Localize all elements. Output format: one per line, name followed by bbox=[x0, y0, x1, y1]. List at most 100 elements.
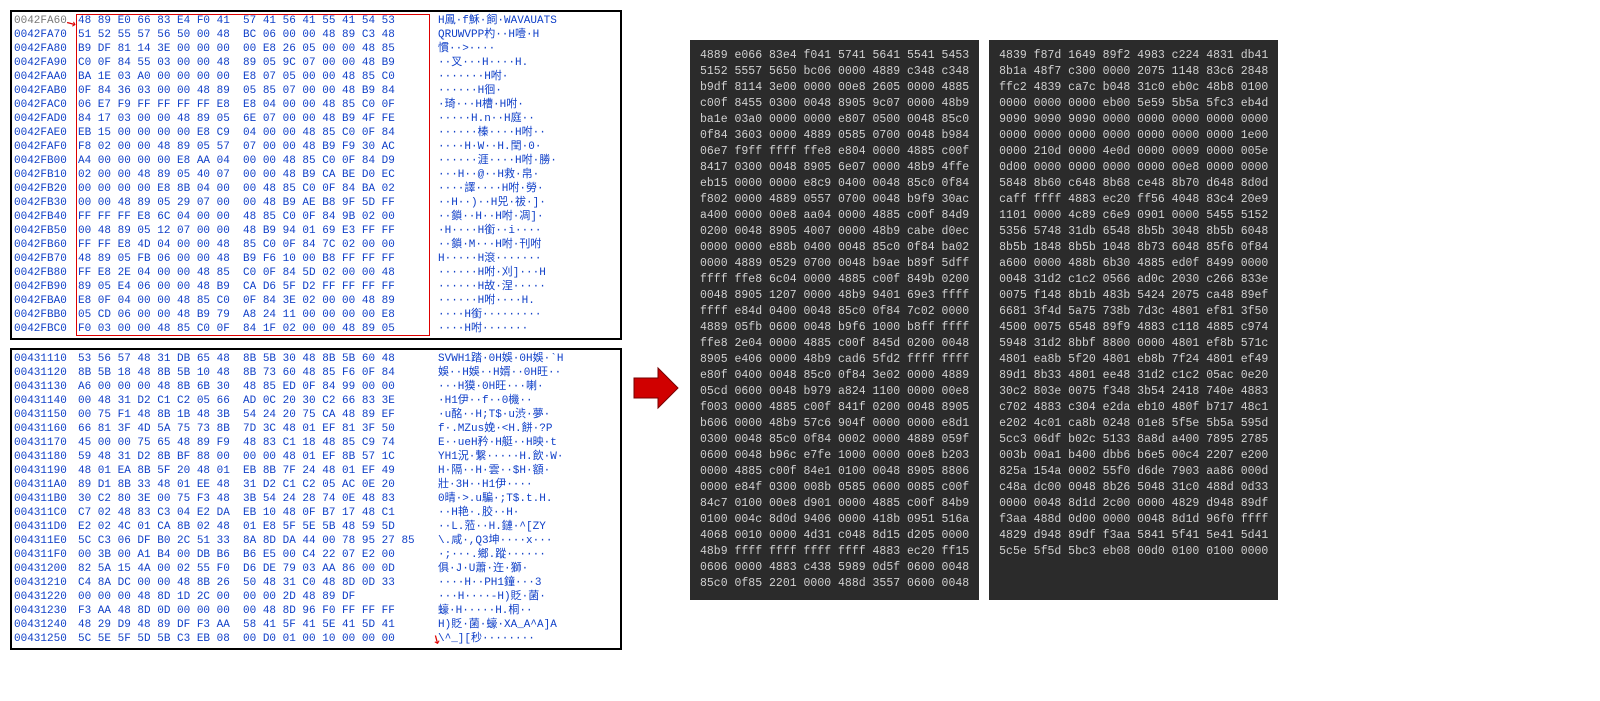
bytes-cell: FF E8 2E 04 00 00 48 85 C0 0F 84 5D 02 0… bbox=[78, 266, 438, 280]
bytes-cell: 89 05 E4 06 00 00 48 B9 CA D6 5F D2 FF F… bbox=[78, 280, 438, 294]
hex-dump-top: ↘ 0042FA6048 89 E0 66 83 E4 F0 41 57 41 … bbox=[10, 10, 622, 340]
ascii-cell: ····H銜········· bbox=[438, 308, 618, 322]
address-cell: 0042FAE0 bbox=[14, 126, 78, 140]
ascii-cell: ······H故·涅····· bbox=[438, 280, 618, 294]
ascii-cell: ·····H.n··H庭·· bbox=[438, 112, 618, 126]
address-cell: 0042FAD0 bbox=[14, 112, 78, 126]
address-cell: 0042FB10 bbox=[14, 168, 78, 182]
bytes-cell: 00 00 48 89 05 29 07 00 00 48 B9 AE B8 9… bbox=[78, 196, 438, 210]
address-cell: 00431130 bbox=[14, 380, 78, 394]
address-cell: 00431150 bbox=[14, 408, 78, 422]
hex-row: 0042FA90C0 0F 84 55 03 00 00 48 89 05 9C… bbox=[14, 56, 618, 70]
address-cell: 0042FB30 bbox=[14, 196, 78, 210]
bytes-cell: C0 0F 84 55 03 00 00 48 89 05 9C 07 00 0… bbox=[78, 56, 438, 70]
ascii-cell: \^_][秒········ bbox=[438, 632, 618, 646]
hex-row: 0042FBB005 CD 06 00 00 48 B9 79 A8 24 11… bbox=[14, 308, 618, 322]
ascii-cell: f·.MZus娩·<H.餅·?P bbox=[438, 422, 618, 436]
hex-row: 0042FBC0F0 03 00 00 48 85 C0 0F 84 1F 02… bbox=[14, 322, 618, 336]
address-cell: 00431160 bbox=[14, 422, 78, 436]
bytes-cell: 00 75 F1 48 8B 1B 48 3B 54 24 20 75 CA 4… bbox=[78, 408, 438, 422]
address-cell: 004311B0 bbox=[14, 492, 78, 506]
ascii-cell: ······H徊· bbox=[438, 84, 618, 98]
bytes-cell: 53 56 57 48 31 DB 65 48 8B 5B 30 48 8B 5… bbox=[78, 352, 438, 366]
hex-dump-bottom: ↘ 0043111053 56 57 48 31 DB 65 48 8B 5B … bbox=[10, 348, 622, 650]
hex-row: 004311F000 3B 00 A1 B4 00 DB B6 B6 E5 00… bbox=[14, 548, 618, 562]
address-cell: 0042FBB0 bbox=[14, 308, 78, 322]
bytes-cell: A4 00 00 00 00 E8 AA 04 00 00 48 85 C0 0… bbox=[78, 154, 438, 168]
bytes-cell: 48 89 E0 66 83 E4 F0 41 57 41 56 41 55 4… bbox=[78, 14, 438, 28]
bytes-cell: C4 8A DC 00 00 48 8B 26 50 48 31 C0 48 8… bbox=[78, 576, 438, 590]
hex-row: 004311208B 5B 18 48 8B 5B 10 48 8B 73 60… bbox=[14, 366, 618, 380]
hex-row: 0043115000 75 F1 48 8B 1B 48 3B 54 24 20… bbox=[14, 408, 618, 422]
address-cell: 00431170 bbox=[14, 436, 78, 450]
ascii-cell: 俱·J·U蕭·迕·獅· bbox=[438, 562, 618, 576]
ascii-cell: ·;···.鄉.蹤······ bbox=[438, 548, 618, 562]
hex-row: 004311E05C C3 06 DF B0 2C 51 33 8A 8D DA… bbox=[14, 534, 618, 548]
hex-row: 0042FB1002 00 00 48 89 05 40 07 00 00 48… bbox=[14, 168, 618, 182]
ascii-cell: ···H獏·0H旺···喇· bbox=[438, 380, 618, 394]
ascii-cell: ······H咐·刈]···H bbox=[438, 266, 618, 280]
hex-row: 0042FB3000 00 48 89 05 29 07 00 00 48 B9… bbox=[14, 196, 618, 210]
ascii-cell: ··鎖··H··H咐·凋]· bbox=[438, 210, 618, 224]
ascii-cell: ·u酩··H;T$·u渋·夢· bbox=[438, 408, 618, 422]
hex-row: 0042FA7051 52 55 57 56 50 00 48 BC 06 00… bbox=[14, 28, 618, 42]
hex-row: 0042FB60FF FF E8 4D 04 00 00 48 85 C0 0F… bbox=[14, 238, 618, 252]
ascii-cell: 慣··>···· bbox=[438, 42, 618, 56]
ascii-cell: ······涯····H咐·勝· bbox=[438, 154, 618, 168]
ascii-cell: H鳳·f穌·飼·WAVAUATS bbox=[438, 14, 618, 28]
hex-row: 0042FB5000 48 89 05 12 07 00 00 48 B9 94… bbox=[14, 224, 618, 238]
address-cell: 0042FB80 bbox=[14, 266, 78, 280]
ascii-cell: 娛··H娛··H婿··0H旺·· bbox=[438, 366, 618, 380]
hex-row: 0043124048 29 D9 48 89 DF F3 AA 58 41 5F… bbox=[14, 618, 618, 632]
address-cell: 0042FB00 bbox=[14, 154, 78, 168]
hex-row: 0043120082 5A 15 4A 00 02 55 F0 D6 DE 79… bbox=[14, 562, 618, 576]
hex-row: 0043118059 48 31 D2 8B BF 88 00 00 00 48… bbox=[14, 450, 618, 464]
address-cell: 00431120 bbox=[14, 366, 78, 380]
bytes-cell: 48 01 EA 8B 5F 20 48 01 EB 8B 7F 24 48 0… bbox=[78, 464, 438, 478]
ascii-cell: 0晴·>.u騙·;T$.t.H. bbox=[438, 492, 618, 506]
hex-row: 0042FAF0F8 02 00 00 48 89 05 57 07 00 00… bbox=[14, 140, 618, 154]
hex-row: 0042FB40FF FF FF E8 6C 04 00 00 48 85 C0… bbox=[14, 210, 618, 224]
bytes-cell: 02 00 00 48 89 05 40 07 00 00 48 B9 CA B… bbox=[78, 168, 438, 182]
hex-row: 004311C0C7 02 48 83 C3 04 E2 DA EB 10 48… bbox=[14, 506, 618, 520]
bytes-cell: F8 02 00 00 48 89 05 57 07 00 00 48 B9 F… bbox=[78, 140, 438, 154]
hex-row: 0042FAD084 17 03 00 00 48 89 05 6E 07 00… bbox=[14, 112, 618, 126]
ascii-cell: ····H咐······· bbox=[438, 322, 618, 336]
bytes-cell: 0F 84 36 03 00 00 48 89 05 85 07 00 00 4… bbox=[78, 84, 438, 98]
output-hex-right: 4839 f87d 1649 89f2 4983 c224 4831 db41 … bbox=[989, 40, 1278, 600]
ascii-cell: \.咸·,Q3坤····x··· bbox=[438, 534, 618, 548]
bytes-cell: 5C 5E 5F 5D 5B C3 EB 08 00 D0 01 00 10 0… bbox=[78, 632, 438, 646]
bytes-cell: 82 5A 15 4A 00 02 55 F0 D6 DE 79 03 AA 8… bbox=[78, 562, 438, 576]
hex-row: 0043119048 01 EA 8B 5F 20 48 01 EB 8B 7F… bbox=[14, 464, 618, 478]
ascii-cell: ··鎖·M···H咐·刊咐 bbox=[438, 238, 618, 252]
address-cell: 0042FBA0 bbox=[14, 294, 78, 308]
hex-row: 0043114000 48 31 D2 C1 C2 05 66 AD 0C 20… bbox=[14, 394, 618, 408]
ascii-cell: H)貶·菌·蠔·XA_A^A]A bbox=[438, 618, 618, 632]
hex-row: 004312505C 5E 5F 5D 5B C3 EB 08 00 D0 01… bbox=[14, 632, 618, 646]
bytes-cell: 30 C2 80 3E 00 75 F3 48 3B 54 24 28 74 0… bbox=[78, 492, 438, 506]
bytes-cell: BA 1E 03 A0 00 00 00 00 E8 07 05 00 00 4… bbox=[78, 70, 438, 84]
bytes-cell: 48 29 D9 48 89 DF F3 AA 58 41 5F 41 5E 4… bbox=[78, 618, 438, 632]
ascii-cell: ····譯····H咐·勞· bbox=[438, 182, 618, 196]
hex-row: 0042FB80FF E8 2E 04 00 00 48 85 C0 0F 84… bbox=[14, 266, 618, 280]
hex-row: 0042FB00A4 00 00 00 00 E8 AA 04 00 00 48… bbox=[14, 154, 618, 168]
ascii-cell: H·隔··H·雲··$H·額· bbox=[438, 464, 618, 478]
address-cell: 004311D0 bbox=[14, 520, 78, 534]
hex-row: 0042FB9089 05 E4 06 00 00 48 B9 CA D6 5F… bbox=[14, 280, 618, 294]
bytes-cell: 00 48 89 05 12 07 00 00 48 B9 94 01 69 E… bbox=[78, 224, 438, 238]
hex-viewer-column: ↘ 0042FA6048 89 E0 66 83 E4 F0 41 57 41 … bbox=[10, 10, 622, 650]
ascii-cell: SVWH1踏·0H娛·0H娛·`H bbox=[438, 352, 618, 366]
ascii-cell: YH1況·繋·····H.飲·W· bbox=[438, 450, 618, 464]
hex-row: 0042FAB00F 84 36 03 00 00 48 89 05 85 07… bbox=[14, 84, 618, 98]
hex-row: 0042FBA0E8 0F 04 00 00 48 85 C0 0F 84 3E… bbox=[14, 294, 618, 308]
ascii-cell: ······榛····H咐·· bbox=[438, 126, 618, 140]
bytes-cell: 45 00 00 75 65 48 89 F9 48 83 C1 18 48 8… bbox=[78, 436, 438, 450]
address-cell: 0042FAF0 bbox=[14, 140, 78, 154]
address-cell: 00431200 bbox=[14, 562, 78, 576]
address-cell: 00431110 bbox=[14, 352, 78, 366]
ascii-cell: ··L.蒞··H.鏈·^[ZY bbox=[438, 520, 618, 534]
bytes-cell: 00 00 00 00 E8 8B 04 00 00 48 85 C0 0F 8… bbox=[78, 182, 438, 196]
hex-row: 00431210C4 8A DC 00 00 48 8B 26 50 48 31… bbox=[14, 576, 618, 590]
ascii-cell: ···H··@··H救·帛· bbox=[438, 168, 618, 182]
address-cell: 00431230 bbox=[14, 604, 78, 618]
